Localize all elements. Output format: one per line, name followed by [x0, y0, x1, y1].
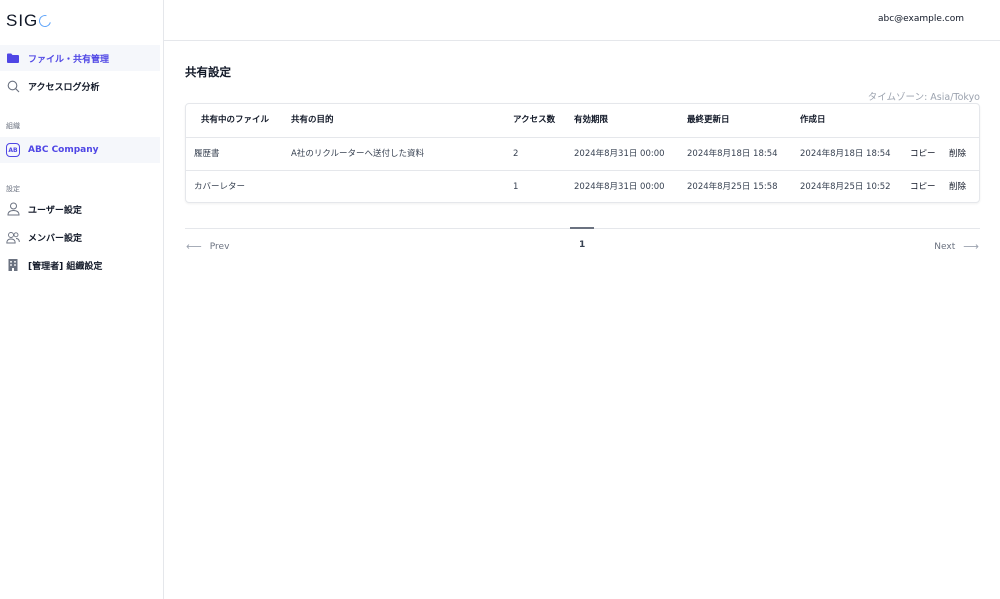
user-icon [6, 202, 20, 216]
copy-button[interactable]: コピー [910, 171, 936, 202]
sidebar-item-access-log[interactable]: アクセスログ分析 [0, 73, 160, 99]
sidebar-item-org-settings[interactable]: [管理者] 組織設定 [0, 252, 160, 278]
org-badge: AB [6, 143, 20, 157]
column-header-updated: 最終更新日 [687, 115, 730, 125]
next-label: Next [934, 241, 956, 252]
current-page-indicator [570, 227, 594, 229]
logo-ring-icon [37, 12, 54, 30]
cell-updated: 2024年8月25日 15:58 [687, 182, 778, 192]
app-root: SIG ファイル・共有管理 アクセスログ分析 組織 AB ABC Company… [0, 0, 1000, 599]
page-number[interactable]: 1 [579, 240, 585, 250]
table-row[interactable]: カバーレター 1 2024年8月31日 00:00 2024年8月25日 15:… [186, 170, 979, 202]
sidebar-item-label: ファイル・共有管理 [28, 54, 110, 65]
cell-purpose: A社のリクルーターへ送付した資料 [291, 149, 425, 159]
arrow-right-icon: ⟶ [963, 240, 979, 253]
users-icon [6, 230, 20, 244]
page-title: 共有設定 [185, 65, 231, 79]
search-icon [6, 79, 20, 93]
section-label-org: 組織 [6, 122, 20, 130]
cell-created: 2024年8月25日 10:52 [800, 182, 891, 192]
delete-button[interactable]: 削除 [949, 171, 966, 202]
sidebar-item-file-share[interactable]: ファイル・共有管理 [0, 45, 160, 71]
prev-label: Prev [209, 241, 230, 252]
sidebar-item-member-settings[interactable]: メンバー設定 [0, 224, 160, 250]
column-header-access-count: アクセス数 [513, 115, 556, 125]
cell-file[interactable]: 履歴書 [194, 138, 220, 171]
sidebar-item-label: ユーザー設定 [28, 205, 82, 216]
top-header: abc@example.com [164, 0, 1000, 41]
arrow-left-icon: ⟵ [186, 240, 202, 253]
table-row[interactable]: 履歴書 A社のリクルーターへ送付した資料 2 2024年8月31日 00:00 … [186, 137, 979, 171]
section-label-settings: 設定 [6, 185, 20, 193]
cell-expiry: 2024年8月31日 00:00 [574, 149, 665, 159]
column-header-file: 共有中のファイル [201, 115, 270, 125]
cell-file[interactable]: カバーレター [194, 171, 245, 202]
prev-page-button[interactable]: ⟵ Prev [186, 240, 229, 253]
cell-access-count: 2 [513, 149, 519, 159]
column-header-purpose: 共有の目的 [291, 115, 334, 125]
column-header-expiry: 有効期限 [574, 115, 609, 125]
sidebar: SIG ファイル・共有管理 アクセスログ分析 組織 AB ABC Company… [0, 0, 164, 599]
user-email[interactable]: abc@example.com [878, 14, 964, 24]
table-header-row: 共有中のファイル 共有の目的 アクセス数 有効期限 最終更新日 作成日 [186, 104, 979, 137]
cell-created: 2024年8月18日 18:54 [800, 149, 891, 159]
copy-button[interactable]: コピー [910, 138, 936, 171]
org-badge-icon: AB [6, 143, 20, 157]
org-name: ABC Company [28, 145, 99, 155]
delete-button[interactable]: 削除 [949, 138, 966, 171]
cell-access-count: 1 [513, 182, 519, 192]
column-header-created: 作成日 [800, 115, 826, 125]
logo[interactable]: SIG [6, 11, 54, 31]
cell-expiry: 2024年8月31日 00:00 [574, 182, 665, 192]
timezone-label: タイムゾーン: Asia/Tokyo [867, 92, 980, 103]
sidebar-item-org[interactable]: AB ABC Company [0, 137, 160, 163]
sidebar-item-label: メンバー設定 [28, 233, 83, 244]
shares-table: 共有中のファイル 共有の目的 アクセス数 有効期限 最終更新日 作成日 履歴書 … [185, 103, 980, 203]
sidebar-item-label: アクセスログ分析 [28, 82, 100, 93]
building-icon [6, 258, 20, 272]
cell-updated: 2024年8月18日 18:54 [687, 149, 778, 159]
folder-icon [6, 51, 20, 65]
logo-text: SIG [6, 11, 39, 30]
sidebar-item-label: [管理者] 組織設定 [28, 261, 103, 272]
sidebar-item-user-settings[interactable]: ユーザー設定 [0, 196, 160, 222]
next-page-button[interactable]: Next ⟶ [934, 240, 979, 253]
